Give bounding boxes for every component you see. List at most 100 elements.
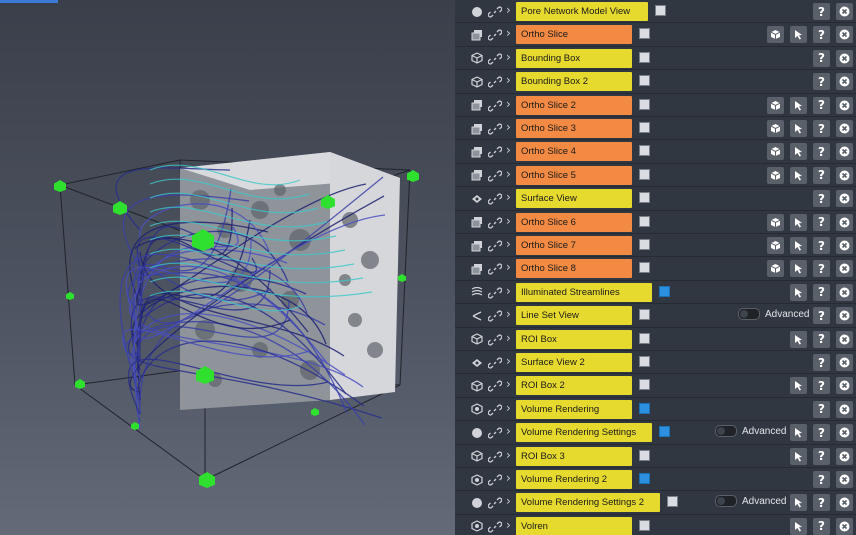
- chevron-right-icon[interactable]: ›: [506, 26, 511, 40]
- module-label[interactable]: Ortho Slice 5: [516, 165, 632, 185]
- module-row[interactable]: › Ortho Slice 6?: [455, 211, 856, 234]
- close-icon[interactable]: [836, 377, 853, 395]
- module-label[interactable]: Ortho Slice 6: [516, 212, 632, 232]
- chevron-right-icon[interactable]: ›: [506, 424, 511, 438]
- cursor-icon[interactable]: [790, 260, 807, 278]
- help-icon[interactable]: ?: [813, 330, 830, 348]
- module-label[interactable]: ROI Box: [516, 329, 632, 349]
- link-icon[interactable]: [487, 308, 503, 322]
- close-icon[interactable]: [836, 471, 853, 488]
- close-icon[interactable]: [836, 213, 853, 231]
- close-icon[interactable]: [836, 330, 853, 348]
- module-label[interactable]: Ortho Slice 2: [516, 95, 632, 115]
- visibility-toggle[interactable]: [639, 145, 650, 157]
- module-label[interactable]: Illuminated Streamlines: [516, 282, 652, 302]
- help-icon[interactable]: ?: [813, 237, 830, 254]
- close-icon[interactable]: [836, 120, 853, 137]
- module-row[interactable]: › Ortho Slice 8?: [455, 257, 856, 281]
- close-icon[interactable]: [836, 26, 853, 44]
- close-icon[interactable]: [836, 3, 853, 20]
- cube-view-icon[interactable]: [767, 166, 784, 184]
- visibility-toggle[interactable]: [639, 51, 650, 63]
- close-icon[interactable]: [836, 400, 853, 418]
- help-icon[interactable]: ?: [813, 400, 830, 418]
- advanced-switch[interactable]: [738, 308, 760, 321]
- visibility-toggle[interactable]: [659, 426, 670, 438]
- help-icon[interactable]: ?: [813, 424, 830, 442]
- visibility-toggle[interactable]: [639, 192, 650, 204]
- close-icon[interactable]: [836, 494, 853, 512]
- module-label[interactable]: Surface View: [516, 189, 632, 209]
- visibility-toggle[interactable]: [639, 215, 650, 227]
- help-icon[interactable]: ?: [813, 354, 830, 371]
- link-icon[interactable]: [487, 402, 503, 416]
- close-icon[interactable]: [836, 283, 853, 301]
- chevron-right-icon[interactable]: ›: [506, 97, 511, 111]
- module-row[interactable]: › Surface View?: [455, 187, 856, 211]
- link-icon[interactable]: [487, 4, 503, 18]
- help-icon[interactable]: ?: [813, 143, 830, 161]
- help-icon[interactable]: ?: [813, 166, 830, 184]
- link-icon[interactable]: [487, 425, 503, 439]
- link-icon[interactable]: [487, 74, 503, 88]
- help-icon[interactable]: ?: [813, 517, 830, 535]
- link-icon[interactable]: [487, 378, 503, 392]
- chevron-right-icon[interactable]: ›: [506, 284, 511, 298]
- close-icon[interactable]: [836, 307, 853, 325]
- link-icon[interactable]: [487, 98, 503, 112]
- help-icon[interactable]: ?: [813, 471, 830, 488]
- 3d-viewer[interactable]: [0, 0, 455, 535]
- close-icon[interactable]: [836, 96, 853, 114]
- chevron-right-icon[interactable]: ›: [506, 260, 511, 274]
- chevron-right-icon[interactable]: ›: [506, 190, 511, 204]
- module-row[interactable]: › Line Set View? Advanced: [455, 304, 856, 328]
- visibility-toggle[interactable]: [639, 262, 650, 274]
- advanced-toggle[interactable]: Advanced: [738, 308, 809, 321]
- chevron-right-icon[interactable]: ›: [506, 471, 511, 485]
- help-icon[interactable]: ?: [813, 447, 830, 465]
- cube-view-icon[interactable]: [767, 143, 784, 161]
- visibility-toggle[interactable]: [639, 519, 650, 531]
- cursor-icon[interactable]: [790, 213, 807, 231]
- module-label[interactable]: Volume Rendering Settings: [516, 423, 652, 443]
- help-icon[interactable]: ?: [813, 283, 830, 301]
- help-icon[interactable]: ?: [813, 96, 830, 114]
- close-icon[interactable]: [836, 517, 853, 535]
- chevron-right-icon[interactable]: ›: [506, 50, 511, 64]
- cursor-icon[interactable]: [790, 377, 807, 395]
- help-icon[interactable]: ?: [813, 494, 830, 512]
- module-label[interactable]: ROI Box 3: [516, 446, 632, 466]
- help-icon[interactable]: ?: [813, 377, 830, 395]
- link-icon[interactable]: [487, 27, 503, 41]
- module-row[interactable]: › Ortho Slice 5?: [455, 164, 856, 188]
- cursor-icon[interactable]: [790, 120, 807, 137]
- help-icon[interactable]: ?: [813, 73, 830, 91]
- advanced-switch[interactable]: [715, 425, 737, 438]
- module-row[interactable]: › Ortho Slice?: [455, 23, 856, 47]
- cube-view-icon[interactable]: [767, 213, 784, 231]
- module-label[interactable]: ROI Box 2: [516, 376, 632, 396]
- module-row[interactable]: › Ortho Slice 4?: [455, 140, 856, 164]
- chevron-right-icon[interactable]: ›: [506, 120, 511, 134]
- module-row[interactable]: › ROI Box?: [455, 328, 856, 351]
- cube-view-icon[interactable]: [767, 260, 784, 278]
- cursor-icon[interactable]: [790, 447, 807, 465]
- chevron-right-icon[interactable]: ›: [506, 73, 511, 87]
- link-icon[interactable]: [487, 144, 503, 158]
- module-row[interactable]: › Illuminated Streamlines?: [455, 281, 856, 305]
- visibility-toggle[interactable]: [639, 379, 650, 391]
- module-row[interactable]: › ROI Box 2?: [455, 374, 856, 398]
- close-icon[interactable]: [836, 447, 853, 465]
- link-icon[interactable]: [487, 355, 503, 369]
- chevron-right-icon[interactable]: ›: [506, 331, 511, 345]
- module-row[interactable]: › Ortho Slice 3?: [455, 117, 856, 141]
- link-icon[interactable]: [487, 332, 503, 346]
- 3d-scene[interactable]: [0, 0, 455, 535]
- module-label[interactable]: Volume Rendering: [516, 399, 632, 419]
- cursor-icon[interactable]: [790, 166, 807, 184]
- link-icon[interactable]: [487, 121, 503, 135]
- cursor-icon[interactable]: [790, 283, 807, 301]
- visibility-toggle[interactable]: [639, 402, 650, 414]
- module-label[interactable]: Volume Rendering Settings 2: [516, 493, 660, 513]
- visibility-toggle[interactable]: [639, 28, 650, 40]
